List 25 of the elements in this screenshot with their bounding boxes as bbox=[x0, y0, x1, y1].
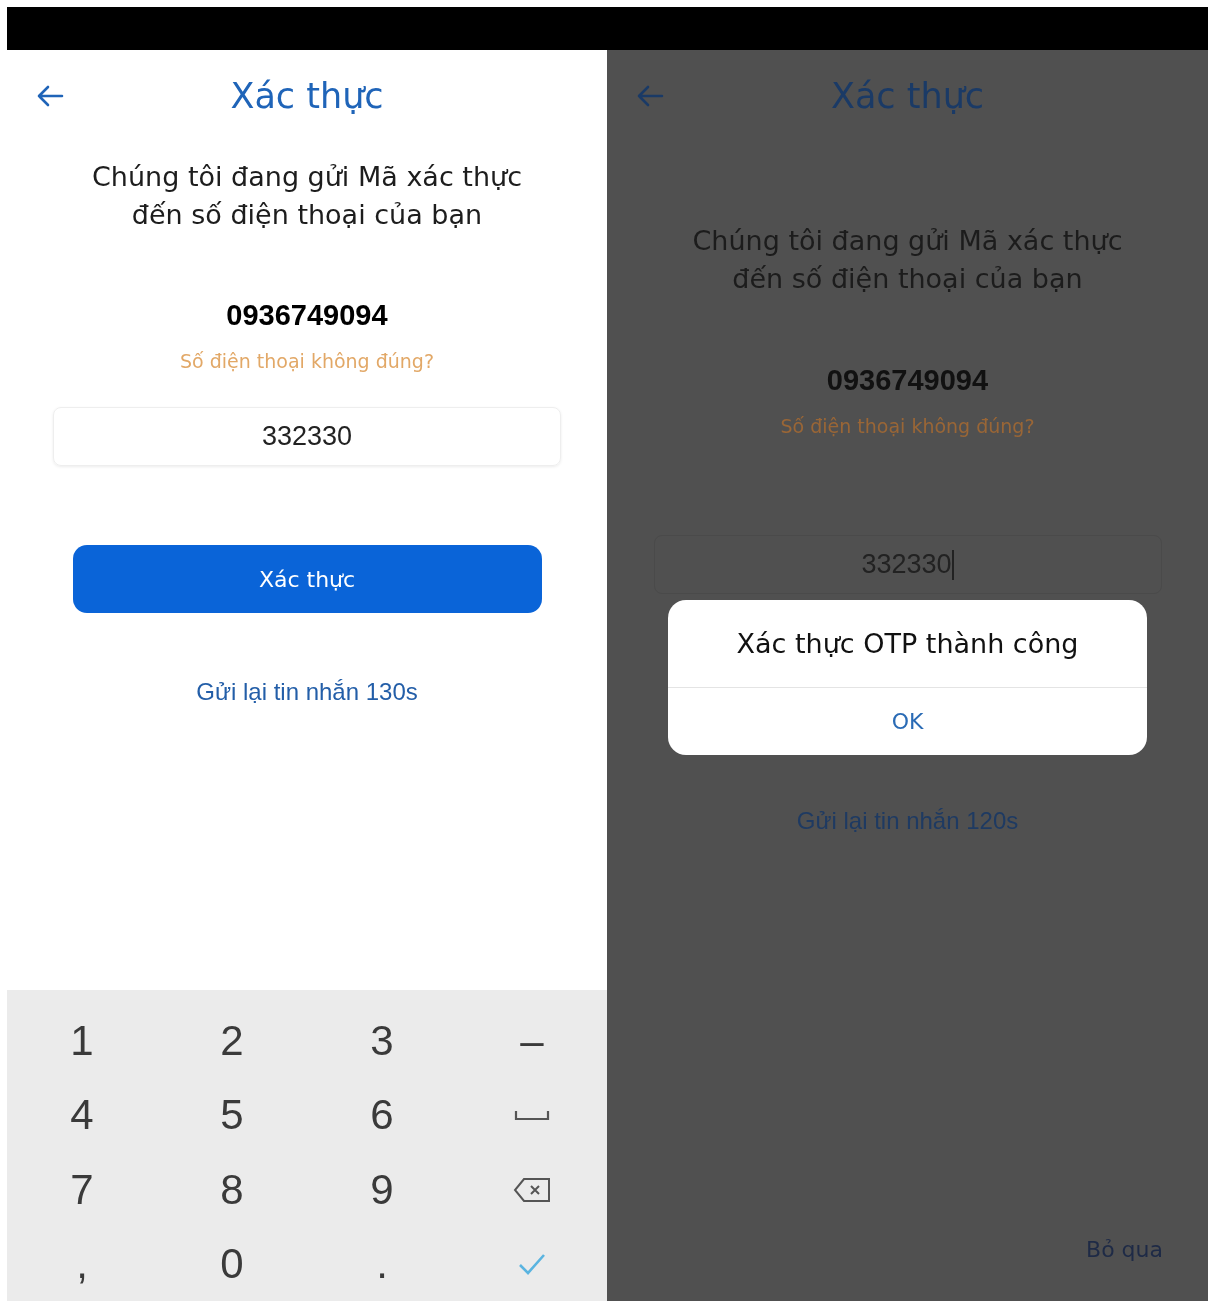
ok-button[interactable]: OK bbox=[668, 688, 1147, 755]
keypad-key[interactable]: 7 bbox=[52, 1159, 112, 1220]
verify-button[interactable]: Xác thực bbox=[72, 545, 542, 613]
keypad-key[interactable]: 1 bbox=[52, 1011, 112, 1072]
keypad-key[interactable]: . bbox=[352, 1233, 412, 1294]
keypad-key[interactable]: 6 bbox=[352, 1085, 412, 1146]
resend-link[interactable]: Gửi lại tin nhắn 130s bbox=[196, 677, 418, 707]
instruction-text: Chúng tôi đang gửi Mã xác thực đến số điện thoại của bạn bbox=[92, 160, 522, 232]
screen-title: Xác thực bbox=[230, 76, 384, 116]
keypad-key[interactable]: , bbox=[52, 1233, 112, 1294]
back-arrow-icon[interactable] bbox=[35, 84, 65, 108]
keypad-key[interactable]: 3 bbox=[352, 1011, 412, 1072]
space-key-icon[interactable] bbox=[514, 1108, 550, 1123]
dialog-message: Xác thực OTP thành công bbox=[668, 600, 1147, 688]
phone-number: 0936749094 bbox=[226, 298, 388, 333]
keypad-key[interactable]: 2 bbox=[202, 1011, 262, 1072]
keypad-key[interactable]: 8 bbox=[202, 1159, 262, 1220]
backspace-icon[interactable] bbox=[513, 1176, 551, 1203]
phone-number: 0936749094 bbox=[826, 363, 989, 398]
keypad-key[interactable]: 5 bbox=[202, 1085, 262, 1146]
keypad-key[interactable]: 9 bbox=[352, 1159, 412, 1220]
keypad-key[interactable]: – bbox=[502, 1011, 562, 1072]
otp-input-field[interactable]: 332330 bbox=[53, 407, 561, 466]
keypad-key[interactable]: 4 bbox=[52, 1085, 112, 1146]
keypad-key[interactable]: 0 bbox=[202, 1233, 262, 1294]
